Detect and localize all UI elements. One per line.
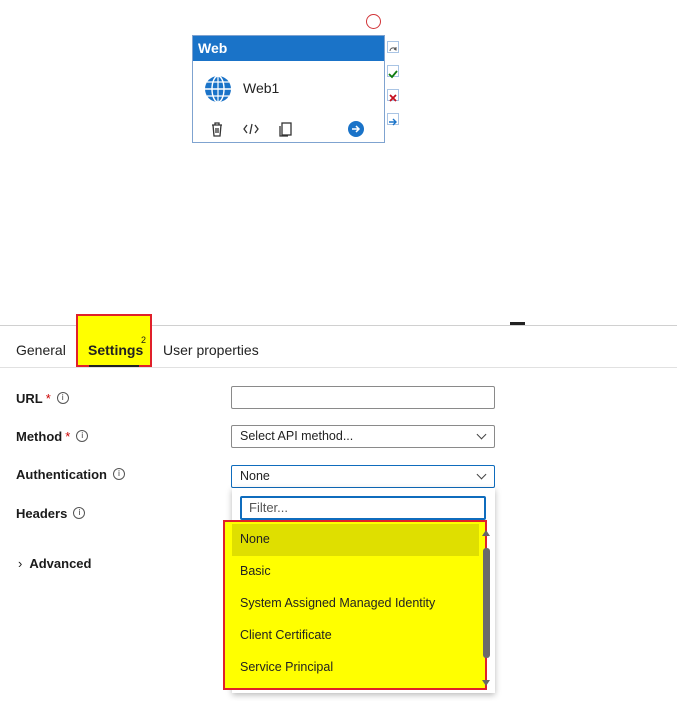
activity-name: Web1 (243, 80, 280, 96)
option-service-principal[interactable]: Service Principal (240, 660, 333, 674)
breakpoint-circle-icon[interactable] (366, 14, 381, 29)
authentication-label: Authentication i (16, 467, 125, 482)
chevron-down-icon (476, 429, 487, 440)
chevron-right-icon: › (18, 556, 23, 571)
globe-icon (205, 75, 231, 103)
completion-arrow-icon[interactable] (387, 113, 399, 126)
scroll-down-arrow-icon[interactable] (482, 680, 490, 686)
method-select-value: Select API method... (240, 429, 354, 443)
collapse-panel-handle[interactable] (510, 322, 525, 325)
dropdown-scrollbar[interactable] (483, 548, 490, 658)
tabs-separator (0, 367, 677, 368)
authentication-select-value: None (240, 469, 270, 483)
tab-settings[interactable]: Settings (88, 342, 143, 358)
url-label: URL * i (16, 391, 69, 406)
skip-icon[interactable] (387, 41, 399, 53)
info-icon[interactable]: i (113, 468, 125, 480)
url-input[interactable] (231, 386, 495, 409)
delete-icon[interactable] (208, 120, 226, 138)
method-label: Method * i (16, 429, 89, 444)
tab-general[interactable]: General (16, 342, 66, 358)
web-activity-card[interactable]: Web Web1 (192, 35, 385, 143)
option-system-assigned-managed-identity[interactable]: System Assigned Managed Identity (240, 596, 435, 610)
settings-error-badge: 2 (141, 335, 147, 345)
chevron-down-icon (476, 469, 487, 480)
go-arrow-icon[interactable] (347, 120, 365, 138)
scroll-up-arrow-icon[interactable] (482, 530, 490, 536)
headers-label: Headers i (16, 506, 86, 521)
advanced-expander[interactable]: › Advanced (18, 556, 91, 571)
option-basic[interactable]: Basic (240, 564, 271, 578)
tab-user-properties[interactable]: User properties (163, 342, 259, 358)
info-icon[interactable]: i (73, 507, 86, 519)
copy-icon[interactable] (276, 120, 294, 138)
failure-x-icon[interactable] (387, 89, 399, 102)
code-icon[interactable] (242, 120, 260, 138)
option-none[interactable]: None (240, 532, 270, 546)
success-check-icon[interactable] (387, 65, 399, 79)
authentication-select[interactable]: None (231, 465, 495, 488)
dropdown-filter-input[interactable]: Filter... (240, 496, 486, 520)
option-client-certificate[interactable]: Client Certificate (240, 628, 332, 642)
method-select[interactable]: Select API method... (231, 425, 495, 448)
info-icon[interactable]: i (56, 392, 69, 404)
activity-type-header: Web (193, 36, 384, 61)
info-icon[interactable]: i (76, 430, 89, 442)
